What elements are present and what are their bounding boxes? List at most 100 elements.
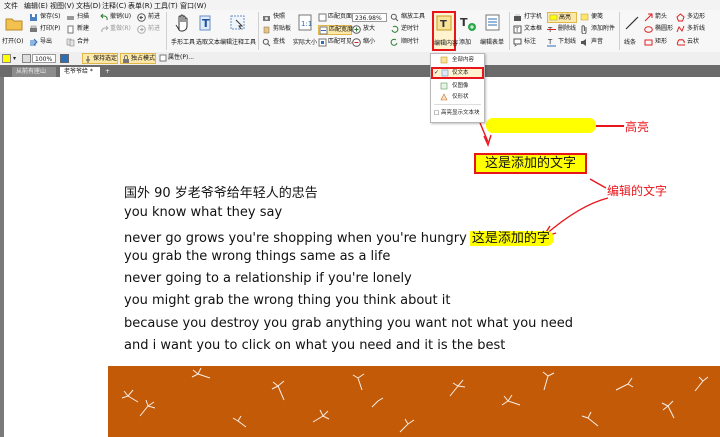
speaker-icon bbox=[581, 39, 586, 46]
edit-content-button[interactable]: T 编辑内容 bbox=[432, 11, 458, 51]
arrow-icon bbox=[644, 13, 653, 22]
save-button[interactable]: 保存(S) bbox=[29, 13, 63, 22]
open-button[interactable]: 打开(O) bbox=[2, 12, 26, 50]
attach-file-button[interactable]: 添加附件 bbox=[580, 25, 616, 34]
highlight-button[interactable]: 高亮 bbox=[547, 12, 577, 23]
typewriter-button[interactable]: 打字机 bbox=[513, 13, 545, 22]
polygon-icon bbox=[676, 13, 685, 22]
separator bbox=[619, 12, 620, 50]
snapshot-button[interactable]: 快照 bbox=[262, 13, 292, 22]
color-swatch[interactable] bbox=[2, 54, 11, 63]
menu-item-image-only[interactable]: 仅图像 bbox=[431, 81, 484, 91]
merge-button[interactable]: 合并 bbox=[66, 38, 98, 47]
doc-line: never going to a relationship if you're … bbox=[124, 271, 412, 286]
menu-item-text-only[interactable]: ✓ 仅文本 bbox=[431, 67, 484, 79]
fit-visible-button[interactable]: 匹配可见 bbox=[318, 38, 352, 47]
fit-width-button[interactable]: 匹配宽度 bbox=[318, 25, 353, 35]
fit-width-icon bbox=[319, 26, 328, 35]
zoom-input[interactable]: 236.98% bbox=[352, 13, 387, 22]
sticky-note-icon bbox=[580, 13, 589, 21]
zoom-in-button[interactable]: 放大 bbox=[352, 25, 386, 34]
typewriter-icon bbox=[514, 14, 521, 21]
edit-annotation-button[interactable]: 编辑注释工具 bbox=[220, 12, 256, 50]
polyline-button[interactable]: 多折线 bbox=[676, 25, 710, 34]
separator bbox=[258, 12, 259, 50]
edit-content-dropdown: 全部内容 ✓ 仅文本 仅图像 仅形状 □ 高亮显示文本块 bbox=[430, 53, 485, 123]
page-actual-size-icon: 1:1 bbox=[298, 14, 312, 31]
text-only-icon bbox=[441, 69, 449, 77]
callout-button[interactable]: 标注 bbox=[513, 38, 545, 47]
magnifier-icon bbox=[390, 13, 399, 22]
redo-button[interactable]: 重做(R) bbox=[100, 25, 136, 34]
doc-line: you might grab the wrong thing you think… bbox=[124, 293, 451, 308]
separator bbox=[509, 12, 510, 50]
all-content-icon bbox=[440, 56, 448, 64]
ribbon-toolbar: 打开(O) 保存(S) 打印(P) 导出 扫描 新建 合并 撤销(U) 重做(R… bbox=[0, 10, 720, 53]
menu-item-shape-only[interactable]: 仅形状 bbox=[431, 92, 484, 102]
style-swatch[interactable] bbox=[60, 54, 69, 63]
doc-line: never go grows you're shopping when you'… bbox=[124, 227, 554, 246]
actual-size-button[interactable]: 1:1 实际大小 bbox=[293, 12, 317, 50]
doc-title: 国外 90 岁老爷爷给年轻人的忠告 bbox=[124, 186, 318, 201]
rotate-right-button[interactable]: 顺时针 bbox=[390, 38, 430, 47]
chevron-down-icon[interactable]: ▾ bbox=[13, 54, 19, 63]
print-button[interactable]: 打印(P) bbox=[29, 25, 63, 34]
undo-button[interactable]: 撤销(U) bbox=[100, 13, 136, 22]
arrow-button[interactable]: 箭头 bbox=[644, 13, 674, 22]
clipboard-icon bbox=[263, 26, 270, 34]
document-tab-bar: 从前有座山 老爷爷给 * + bbox=[0, 65, 720, 77]
merge-icon bbox=[66, 38, 75, 47]
add-button[interactable]: T 添加 bbox=[457, 12, 479, 50]
edit-form-button[interactable]: 编辑表单 bbox=[480, 12, 506, 50]
doc-line: you grab the wrong things same as a life bbox=[124, 249, 391, 264]
menu-item-all-content[interactable]: 全部内容 bbox=[431, 55, 484, 65]
svg-text:T: T bbox=[460, 16, 468, 29]
dandelion-image bbox=[108, 366, 720, 437]
export-button[interactable]: 导出 bbox=[29, 38, 63, 47]
underline-icon: T bbox=[547, 38, 556, 47]
opacity-swatch[interactable] bbox=[22, 54, 31, 63]
cloud-icon bbox=[676, 39, 685, 46]
redo-icon bbox=[101, 25, 109, 33]
menu-item-highlight-text-blocks[interactable]: □ 高亮显示文本块 bbox=[431, 108, 484, 118]
fit-page-button[interactable]: 匹配页面 bbox=[318, 13, 352, 22]
polygon-button[interactable]: 多边形 bbox=[676, 13, 710, 22]
zoom-out-button[interactable]: 缩小 bbox=[352, 38, 386, 47]
underline-button[interactable]: T 下划线 bbox=[547, 38, 577, 47]
note-button[interactable]: 便笺 bbox=[580, 13, 616, 22]
scanner-icon bbox=[67, 16, 74, 20]
svg-text:T: T bbox=[547, 38, 553, 46]
new-document-icon bbox=[67, 25, 74, 34]
cloud-button[interactable]: 云状 bbox=[676, 38, 710, 47]
scan-button[interactable]: 扫描 bbox=[66, 13, 98, 22]
textbox-icon: T bbox=[513, 25, 522, 34]
save-icon bbox=[30, 14, 37, 21]
select-text-button[interactable]: T 选取文本 bbox=[196, 12, 220, 50]
strikeout-button[interactable]: T 删除线 bbox=[547, 25, 577, 34]
inline-highlight[interactable]: 这是添加的字 bbox=[469, 231, 554, 246]
add-text-icon: T bbox=[460, 16, 476, 31]
line-icon bbox=[625, 16, 639, 30]
rotate-left-button[interactable]: 逆时针 bbox=[390, 25, 430, 34]
zoom-tool-button[interactable]: 缩放工具 bbox=[390, 13, 430, 22]
textbox-button[interactable]: T 文本框 bbox=[513, 25, 545, 34]
clipboard-button[interactable]: 剪贴板 bbox=[262, 25, 292, 34]
opacity-input[interactable]: 100% bbox=[32, 54, 56, 63]
paperclip-icon bbox=[581, 25, 587, 34]
properties-button[interactable]: 属性(P)... bbox=[158, 53, 198, 64]
sound-button[interactable]: 声音 bbox=[580, 38, 616, 47]
line-button[interactable]: 线条 bbox=[622, 12, 642, 50]
ellipse-button[interactable]: 椭圆形 bbox=[644, 25, 674, 34]
separator bbox=[166, 12, 167, 50]
tab-document-2[interactable]: 老爷爷给 * bbox=[60, 67, 100, 77]
find-button[interactable]: 查找 bbox=[262, 38, 292, 47]
hand-tool-button[interactable]: 手形工具 bbox=[171, 12, 195, 50]
tab-document-1[interactable]: 从前有座山 bbox=[12, 67, 56, 77]
exclusive-mode-toggle[interactable]: 独占模式 bbox=[120, 53, 156, 64]
new-button[interactable]: 新建 bbox=[66, 25, 98, 34]
keep-selected-toggle[interactable]: 保持选定 bbox=[82, 53, 118, 64]
new-tab-button[interactable]: + bbox=[101, 67, 111, 77]
forward-button[interactable]: 前进 bbox=[137, 25, 163, 34]
back-button[interactable]: 前进 bbox=[137, 13, 163, 22]
rectangle-button[interactable]: 矩形 bbox=[644, 38, 674, 47]
